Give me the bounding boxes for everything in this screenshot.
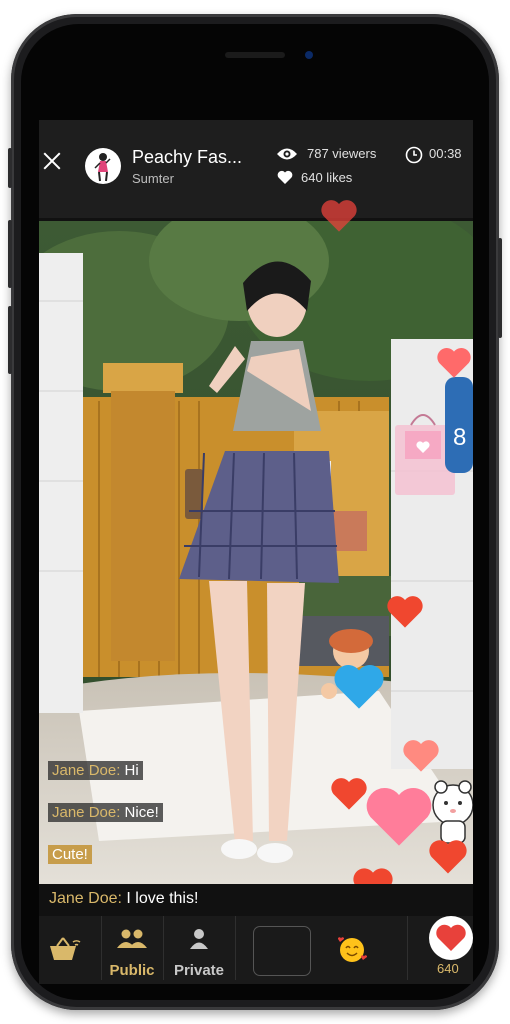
viewer-count: 787 viewers: [307, 146, 377, 161]
likes-count: 640 likes: [301, 170, 353, 185]
stream-header: Peachy Fas... Sumter 787 viewers 640 lik…: [39, 120, 473, 218]
close-icon[interactable]: [41, 150, 63, 172]
heart-icon: [277, 170, 293, 184]
floating-heart-icon: [403, 740, 439, 772]
eye-icon: [277, 148, 297, 160]
streamer-name[interactable]: Peachy Fas...: [132, 147, 242, 168]
group-icon: [117, 929, 147, 948]
floating-heart-icon: [321, 200, 357, 232]
tab-public[interactable]: Public: [101, 916, 163, 984]
app-screen: Peachy Fas... Sumter 787 viewers 640 lik…: [39, 120, 473, 984]
streamer-location: Sumter: [132, 171, 174, 186]
nav-divider: [407, 916, 408, 980]
heart-icon: [436, 924, 466, 951]
chat-message: Jane Doe: Hi: [48, 761, 143, 780]
person-icon: [190, 929, 208, 949]
chat-text: Hi: [120, 762, 139, 779]
tab-private-label: Private: [173, 962, 225, 979]
avatar[interactable]: [85, 148, 121, 184]
tab-private[interactable]: Private: [163, 916, 235, 984]
camera-button[interactable]: [253, 926, 311, 976]
chat-username: Jane Doe:: [52, 762, 121, 779]
like-count: 640: [437, 961, 459, 976]
floating-heart-icon: [334, 665, 384, 709]
shop-button[interactable]: [39, 916, 101, 984]
side-button-silent: [8, 148, 12, 188]
comment-text: I love this!: [121, 890, 199, 907]
speaker-grille: [225, 52, 285, 58]
stream-duration: 00:38: [429, 146, 462, 161]
floating-heart-icon: [387, 596, 423, 628]
chat-text: Nice!: [120, 804, 159, 821]
side-button-volume-up: [8, 220, 12, 288]
clock-icon: [405, 146, 423, 164]
side-button-volume-down: [8, 306, 12, 374]
tab-public-label: Public: [109, 962, 155, 979]
comment-username: Jane Doe:: [49, 890, 122, 907]
basket-icon: [50, 937, 81, 960]
emoji-icon: [337, 937, 367, 962]
front-camera: [305, 51, 313, 59]
latest-comment: Jane Doe: I love this!: [49, 890, 198, 908]
cute-badge: Cute!: [48, 845, 92, 864]
chat-message: Jane Doe: Nice!: [48, 803, 163, 822]
emoji-button[interactable]: [335, 916, 373, 984]
floating-heart-icon: [437, 348, 471, 378]
comment-bar: Jane Doe: I love this!: [39, 884, 473, 916]
side-button-power: [498, 238, 502, 338]
nav-divider: [235, 916, 236, 980]
svg-text:8: 8: [453, 424, 466, 451]
chat-username: Jane Doe:: [52, 804, 121, 821]
floating-heart-icon: [366, 787, 432, 846]
floating-heart-icon: [429, 840, 467, 874]
like-button[interactable]: [429, 916, 473, 960]
bottom-nav: Public Private 640: [39, 916, 473, 984]
